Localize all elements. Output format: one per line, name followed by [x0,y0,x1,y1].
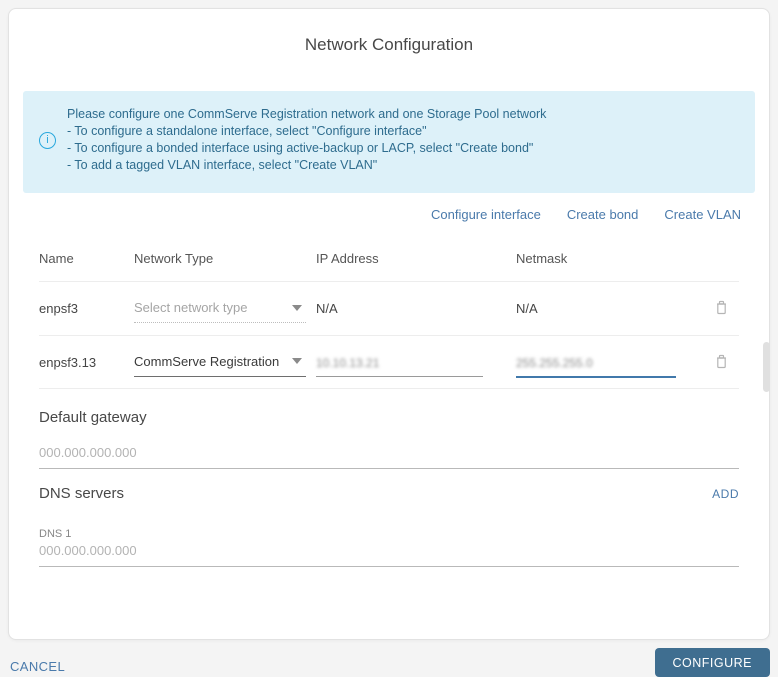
info-icon: i [39,132,56,149]
netmask-value: N/A [516,301,713,316]
netmask-input[interactable] [516,356,676,376]
table-row: enpsf3.13 CommServe Registration [39,335,739,389]
dns1-input[interactable] [39,543,739,566]
info-line: - To configure a standalone interface, s… [67,123,546,140]
info-line: - To add a tagged VLAN interface, select… [67,157,546,174]
chevron-down-icon [292,358,302,364]
trash-icon [713,306,730,321]
interfaces-table: Name Network Type IP Address Netmask enp… [39,235,739,389]
info-line: - To configure a bonded interface using … [67,140,546,157]
network-type-select-value: CommServe Registration [134,354,279,369]
table-action-links: Configure interface Create bond Create V… [9,207,741,225]
network-type-select[interactable]: CommServe Registration [134,354,306,377]
configure-button[interactable]: CONFIGURE [655,648,771,677]
network-configuration-dialog: Network Configuration i Please configure… [8,8,770,640]
dns1-label: DNS 1 [39,528,739,540]
chevron-down-icon [292,305,302,311]
create-bond-link[interactable]: Create bond [567,207,639,225]
netmask-field-wrapper [516,355,676,378]
column-header-ip-address: IP Address [316,251,516,266]
dns1-field-wrapper [39,542,739,567]
dialog-title: Network Configuration [9,9,769,55]
network-type-select[interactable]: Select network type [134,300,306,323]
delete-row-button[interactable] [713,299,730,318]
column-header-name: Name [39,251,134,266]
scrollbar-thumb[interactable] [763,342,770,392]
configure-interface-link[interactable]: Configure interface [431,207,541,225]
add-dns-button[interactable]: ADD [712,487,739,501]
cancel-button[interactable]: CANCEL [10,659,65,674]
info-banner: i Please configure one CommServe Registr… [23,91,755,193]
column-header-network-type: Network Type [134,251,316,266]
ip-address-input[interactable] [316,356,483,376]
ip-address-value: N/A [316,301,516,316]
delete-row-button[interactable] [713,353,730,372]
table-header-row: Name Network Type IP Address Netmask [39,235,739,281]
interface-name: enpsf3 [39,301,134,316]
interface-name: enpsf3.13 [39,355,134,370]
default-gateway-field-wrapper [39,444,739,469]
default-gateway-label: Default gateway [39,409,739,426]
ip-address-field-wrapper [316,355,483,377]
info-line: Please configure one CommServe Registrat… [67,106,546,123]
info-banner-text: Please configure one CommServe Registrat… [67,106,546,174]
create-vlan-link[interactable]: Create VLAN [664,207,741,225]
dns-servers-label: DNS servers [39,485,124,502]
trash-icon [713,360,730,375]
dialog-footer: CANCEL CONFIGURE [0,648,778,677]
column-header-netmask: Netmask [516,251,713,266]
table-row: enpsf3 Select network type N/A N/A [39,281,739,335]
network-type-select-value: Select network type [134,300,247,315]
default-gateway-input[interactable] [39,445,739,468]
